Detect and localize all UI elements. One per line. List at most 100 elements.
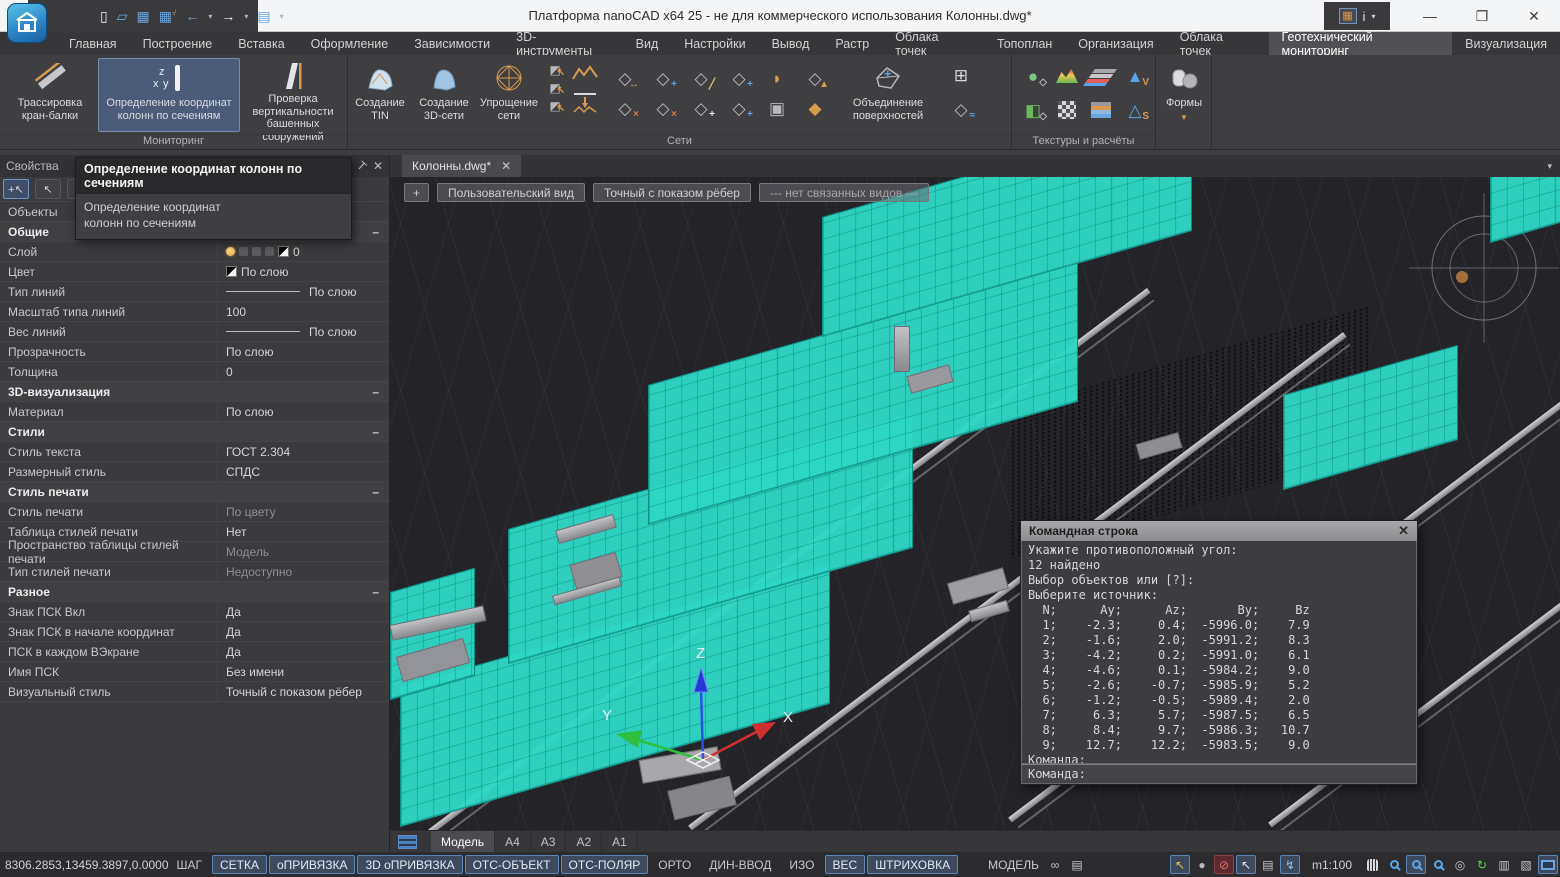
surface-patch-icon[interactable]: ◗ <box>762 66 792 90</box>
ribbon-tab-8[interactable]: Вывод <box>759 32 823 55</box>
close-icon[interactable]: ✕ <box>501 159 511 173</box>
property-row[interactable]: Вес линийПо слою <box>0 322 389 342</box>
zoom-object-icon[interactable] <box>1428 855 1448 874</box>
collapse-icon[interactable]: – <box>372 385 379 399</box>
annotation-monitor-icon[interactable]: ▤ <box>1067 855 1087 874</box>
status-toggle-ОТС-ПОЛЯР[interactable]: ОТС-ПОЛЯР <box>561 855 649 874</box>
property-row[interactable]: Имя ПСКБез имени <box>0 662 389 682</box>
checker-texture-icon[interactable] <box>1052 98 1082 122</box>
annotation-scale[interactable]: m1:100 <box>1312 858 1352 872</box>
zoom-window-icon[interactable] <box>1406 855 1426 874</box>
property-row[interactable]: Слой0 <box>0 242 389 262</box>
move-3d-icon[interactable]: ⊞ <box>946 63 976 87</box>
color-swatch-icon[interactable] <box>226 266 237 277</box>
property-row[interactable]: Знак ПСК ВклДа <box>0 602 389 622</box>
status-toggle-3D оПРИВЯЗКА[interactable]: 3D оПРИВЯЗКА <box>357 855 462 874</box>
sheet-tab-A2[interactable]: A2 <box>566 831 602 853</box>
column-coordinates-button[interactable]: z x y Определение координат колонн по се… <box>98 58 240 132</box>
new-file-icon[interactable]: ▯ <box>100 8 108 25</box>
minimize-button[interactable]: — <box>1404 0 1456 32</box>
drape-line-icon[interactable] <box>570 91 600 115</box>
viewport-button-0[interactable]: + <box>404 183 429 202</box>
maximize-button[interactable]: ❐ <box>1456 0 1508 32</box>
ribbon-tab-1[interactable]: Построение <box>130 32 226 55</box>
property-section-Стиль печати[interactable]: Стиль печати– <box>0 482 389 502</box>
ribbon-tab-5[interactable]: 3D-инструменты <box>503 32 623 55</box>
volume-table-icon[interactable] <box>1086 98 1116 122</box>
ribbon-tab-7[interactable]: Настройки <box>671 32 758 55</box>
mesh-edit-icon[interactable]: ◇╱ <box>686 66 716 90</box>
surface-import-2-icon[interactable]: ◩↖ <box>544 79 566 96</box>
volume-v-icon[interactable]: ▲V <box>1120 64 1150 88</box>
property-row[interactable]: Знак ПСК в начале координатДа <box>0 622 389 642</box>
merge-surfaces-button[interactable]: + Объединение поверхностей <box>840 58 936 132</box>
dynamic-ucs-icon[interactable]: ↯ <box>1280 855 1300 874</box>
ribbon-mode-icon[interactable]: ▦ <box>1339 8 1357 24</box>
collapse-icon[interactable]: – <box>372 225 379 239</box>
redo-icon[interactable]: → <box>221 8 235 24</box>
command-window-titlebar[interactable]: Командная строка ✕ <box>1021 521 1417 541</box>
property-row[interactable]: Стиль текстаГОСТ 2.304 <box>0 442 389 462</box>
property-row[interactable]: МатериалПо слою <box>0 402 389 422</box>
regen-icon[interactable]: ↻ <box>1472 855 1492 874</box>
copy-view-icon[interactable]: ▧ <box>1516 855 1536 874</box>
qat-customize-icon[interactable]: ▾ <box>280 12 284 21</box>
mesh-contour-icon[interactable]: ◇≈ <box>946 97 976 121</box>
mesh-delete-vertex-icon[interactable]: ◇× <box>610 96 640 120</box>
property-row[interactable]: Толщина0 <box>0 362 389 382</box>
property-row[interactable]: ПСК в каждом ВЭкранеДа <box>0 642 389 662</box>
mesh-add-vertex-icon[interactable]: ◇+ <box>648 66 678 90</box>
close-button[interactable]: ✕ <box>1508 0 1560 32</box>
command-line-window[interactable]: Командная строка ✕ Укажите противоположн… <box>1020 520 1418 785</box>
relief-profile-icon[interactable] <box>570 61 600 85</box>
property-row[interactable]: Тип линийПо слою <box>0 282 389 302</box>
property-row[interactable]: Визуальный стильТочный с показом рёбер <box>0 682 389 702</box>
print-icon[interactable]: ▤ <box>257 8 270 25</box>
close-icon[interactable]: ✕ <box>373 159 383 173</box>
status-toggle-СЕТКА[interactable]: СЕТКА <box>212 855 267 874</box>
mesh-delete-edge-icon[interactable]: ◇× <box>648 96 678 120</box>
status-toggle-ШАГ[interactable]: ШАГ <box>169 855 211 874</box>
viewport-button-1[interactable]: Пользовательский вид <box>437 183 585 202</box>
simplify-mesh-button[interactable]: Упрощение сети <box>478 58 540 132</box>
app-logo[interactable] <box>7 3 47 43</box>
ribbon-tab-3[interactable]: Оформление <box>298 32 402 55</box>
chevron-down-icon[interactable]: ▾ <box>1371 12 1375 21</box>
property-row[interactable]: ЦветПо слою <box>0 262 389 282</box>
selection-highlight-icon[interactable]: ↖ <box>1170 855 1190 874</box>
property-section-Стили[interactable]: Стили– <box>0 422 389 442</box>
redo-menu-icon[interactable]: ▾ <box>244 12 248 21</box>
collapse-icon[interactable]: – <box>372 485 379 499</box>
status-toggle-ОРТО[interactable]: ОРТО <box>650 855 699 874</box>
create-3d-mesh-button[interactable]: Создание 3D-сети <box>412 58 476 132</box>
status-toggle-ШТРИХОВКА[interactable]: ШТРИХОВКА <box>867 855 958 874</box>
create-tin-button[interactable]: Создание TIN <box>350 58 410 132</box>
collapse-icon[interactable]: – <box>372 425 379 439</box>
sheet-tab-A3[interactable]: A3 <box>531 831 567 853</box>
ribbon-tab-6[interactable]: Вид <box>623 32 672 55</box>
texture-image-icon[interactable]: ◧◇ <box>1018 98 1048 122</box>
ribbon-tab-11[interactable]: Топоплан <box>984 32 1065 55</box>
select-tool[interactable]: ↖ <box>35 179 61 199</box>
status-toggle-ВЕС[interactable]: ВЕС <box>825 855 866 874</box>
ribbon-tab-4[interactable]: Зависимости <box>401 32 503 55</box>
compare-surfaces-icon[interactable] <box>1086 64 1116 88</box>
sheet-list-icon[interactable] <box>398 835 417 849</box>
undo-menu-icon[interactable]: ▾ <box>208 12 212 21</box>
pin-icon[interactable]: T <box>354 158 369 173</box>
crane-beam-tracing-button[interactable]: Трассировка кран-балки <box>4 58 96 132</box>
ribbon-tab-0[interactable]: Главная <box>56 32 130 55</box>
collapse-icon[interactable]: – <box>372 585 379 599</box>
property-row[interactable]: Тип стилей печатиНедоступно <box>0 562 389 582</box>
document-tab[interactable]: Колонны.dwg* ✕ <box>402 155 521 177</box>
property-section-3D-визуализация[interactable]: 3D-визуализация– <box>0 382 389 402</box>
model-viewport[interactable]: Z Y X +Пользовательский видТочный с пока… <box>390 177 1560 830</box>
shapes-button[interactable]: Формы ▼ <box>1160 58 1208 132</box>
property-row[interactable]: ПрозрачностьПо слою <box>0 342 389 362</box>
mesh-flip-edge-icon[interactable]: ◇↔ <box>610 66 640 90</box>
close-icon[interactable]: ✕ <box>1398 523 1409 539</box>
surface-import-3-icon[interactable]: ◩↖ <box>544 97 566 114</box>
viewport-link-icon[interactable]: ∞ <box>1045 855 1065 874</box>
quick-props-icon[interactable]: ▤ <box>1258 855 1278 874</box>
ribbon-tab-9[interactable]: Растр <box>822 32 882 55</box>
